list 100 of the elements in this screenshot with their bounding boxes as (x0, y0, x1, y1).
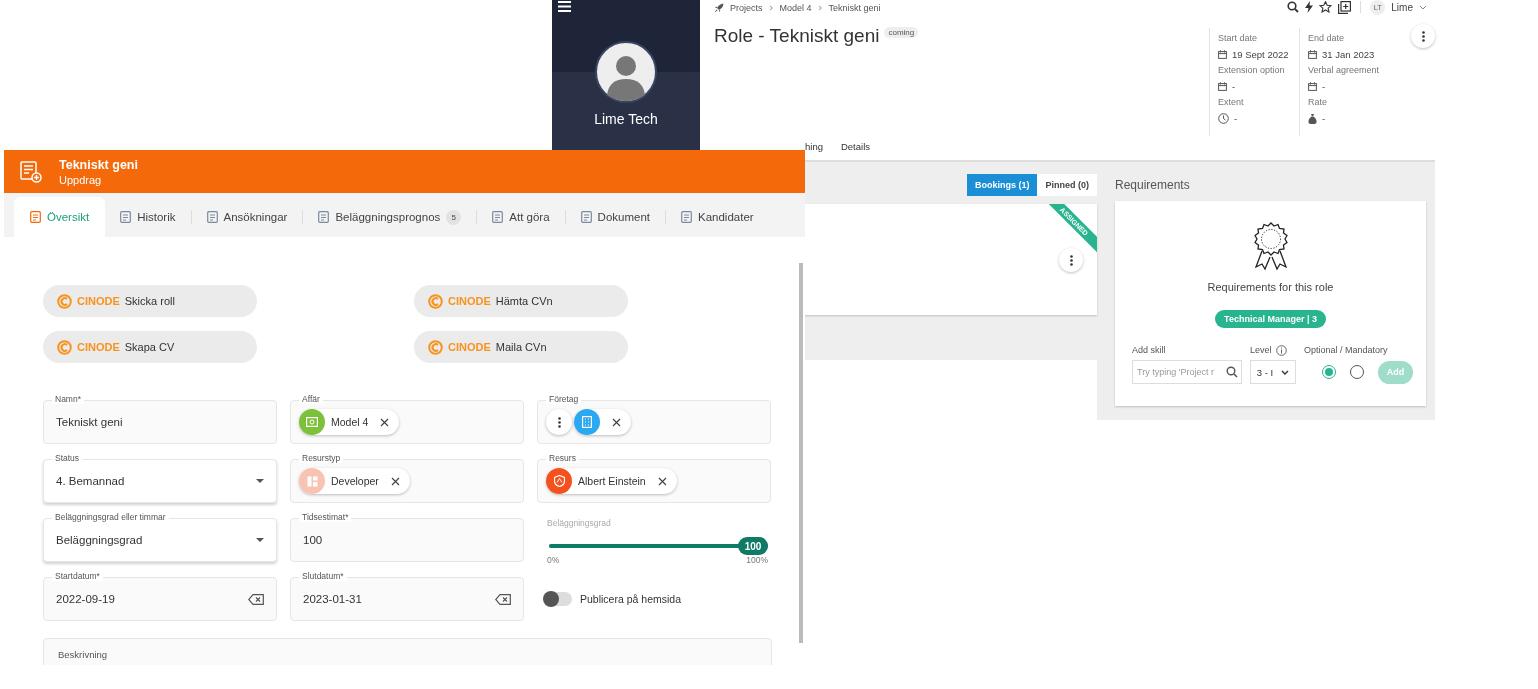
action-button[interactable]: CINODE Hämta CVn (414, 285, 628, 317)
document-icon (120, 211, 132, 223)
avatar-silhouette-icon (595, 41, 657, 103)
field-label: Status (52, 453, 83, 463)
slider-label: Beläggningsgrad (547, 518, 612, 528)
logo-icon (428, 339, 443, 355)
window-subtitle: Uppdrag (59, 173, 103, 186)
close-icon[interactable] (390, 476, 400, 486)
tab[interactable]: Översikt (14, 197, 106, 237)
search-icon (1226, 366, 1238, 378)
chevron-icon (768, 3, 774, 13)
info-value: - (1322, 81, 1326, 92)
breadcrumb-link[interactable]: Tekniskt geni (828, 3, 881, 13)
breadcrumb-link[interactable]: Model 4 (779, 3, 812, 13)
field-label: Optional / Mandatory (1304, 344, 1389, 356)
menu-icon[interactable] (558, 1, 571, 12)
document-icon (318, 211, 330, 223)
info-label: Verbal agreement (1308, 65, 1381, 75)
field-label: Affär (299, 394, 323, 404)
tab[interactable]: Historik (105, 197, 191, 237)
field-label: Startdatum* (52, 571, 103, 581)
slider-track[interactable]: 100 (549, 537, 768, 555)
section-title: Requirements (1115, 178, 1191, 192)
user-name: Lime Tech (594, 111, 658, 127)
kebab-icon (1069, 254, 1073, 266)
info-value: - (1232, 81, 1236, 92)
info-label: Start date (1218, 33, 1259, 43)
clock-icon (1218, 113, 1229, 124)
stacked-squares-icon[interactable] (1338, 0, 1352, 14)
tab[interactable]: Att göra (477, 197, 565, 237)
more-options-button[interactable] (1411, 24, 1435, 48)
calendar-icon (1218, 82, 1227, 91)
rocket-icon (714, 3, 724, 13)
info-icon (1275, 344, 1287, 356)
skill-search-field[interactable]: Try typing 'Project r (1132, 360, 1242, 384)
kebab-icon (557, 416, 561, 428)
filter-tab[interactable]: Bookings (1) (966, 174, 1038, 196)
info-value: 19 Sept 2022 (1232, 49, 1289, 60)
clear-icon[interactable] (495, 593, 511, 605)
action-button[interactable]: CINODE Maila CVn (414, 331, 628, 363)
chip[interactable]: Developer (299, 468, 410, 494)
action-button[interactable]: CINODE Skicka roll (43, 285, 257, 317)
tab[interactable]: hing (805, 141, 823, 153)
info-label: Rate (1308, 97, 1328, 107)
document-icon (206, 211, 218, 223)
clear-icon[interactable] (248, 593, 264, 605)
info-label: Extent (1218, 97, 1245, 107)
star-icon[interactable] (1319, 1, 1333, 13)
tab[interactable]: Ansökningar (191, 197, 303, 237)
document-plus-icon (20, 160, 42, 183)
slider-thumb[interactable]: 100 (738, 537, 768, 555)
info-label: Extension option (1218, 65, 1286, 75)
tab[interactable]: Kandidater (666, 197, 769, 237)
field-label: Namn* (52, 394, 84, 404)
field-label: Tidsestimat* (299, 512, 352, 522)
filter-tab[interactable]: Pinned (0) (1037, 174, 1097, 196)
toggle-switch[interactable] (544, 592, 572, 606)
kebab-icon (1421, 30, 1425, 42)
document-icon (681, 211, 692, 223)
field-label: Slutdatum* (299, 571, 347, 581)
chevron-icon (817, 3, 823, 13)
chip[interactable]: Model 4 (299, 409, 400, 435)
close-icon[interactable] (612, 417, 621, 427)
shield-icon (553, 475, 565, 487)
scrollbar[interactable] (799, 263, 803, 643)
calendar-icon (1308, 50, 1317, 59)
tab[interactable]: Dokument (565, 197, 665, 237)
close-icon[interactable] (657, 476, 667, 486)
document-icon (492, 211, 504, 223)
lightning-icon[interactable] (1305, 1, 1314, 13)
field-label: Resurstyp (299, 453, 344, 463)
action-button[interactable]: CINODE Skapa CV (43, 331, 257, 363)
tab[interactable]: Beläggningsprognos 5 (303, 197, 477, 237)
chevron-down-icon[interactable] (1419, 4, 1427, 10)
search-icon[interactable] (1287, 1, 1300, 13)
user-menu[interactable]: Lime (1391, 1, 1413, 13)
more-options-button[interactable] (546, 409, 572, 435)
field-label: Level (1250, 345, 1272, 355)
document-icon (580, 211, 592, 223)
building-icon (582, 416, 592, 428)
logo-icon (428, 293, 443, 309)
banknote-icon (306, 417, 318, 427)
logo-icon (57, 339, 72, 355)
field-label: Add skill (1132, 344, 1167, 356)
info-value: - (1322, 113, 1326, 124)
calendar-icon (1308, 82, 1317, 91)
level-dropdown[interactable]: 3 - I (1250, 360, 1296, 384)
info-value: 31 Jan 2023 (1322, 49, 1375, 60)
close-icon[interactable] (380, 417, 390, 427)
field-label: Företag (546, 394, 582, 404)
tab[interactable]: Details (840, 141, 870, 153)
chip[interactable]: Albert Einstein (546, 468, 677, 494)
breadcrumb-link[interactable]: Projects (730, 3, 763, 13)
status-badge: coming (884, 27, 919, 38)
field-label: Beskrivning (57, 650, 109, 660)
min-label: 0% (547, 555, 560, 565)
info-value: - (1234, 113, 1238, 124)
caret-icon (256, 538, 264, 542)
more-options-button[interactable] (1059, 248, 1083, 272)
calendar-icon (1218, 50, 1227, 59)
